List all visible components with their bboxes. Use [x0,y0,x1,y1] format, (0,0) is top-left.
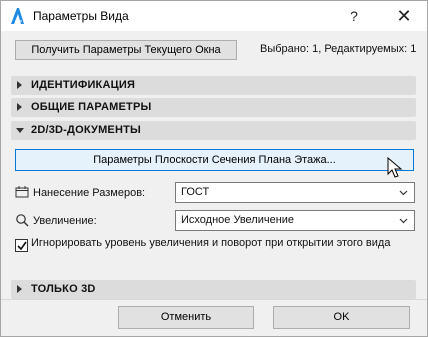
floor-plan-cut-plane-button[interactable]: Параметры Плоскости Сечения Плана Этажа.… [15,149,414,171]
magnifier-icon [16,214,29,227]
zoom-select[interactable]: Исходное Увеличение [175,210,415,231]
ok-button[interactable]: OK [273,306,410,329]
section-label: ИДЕНТИФИКАЦИЯ [31,79,136,91]
section-identification[interactable]: ИДЕНТИФИКАЦИЯ [11,76,416,95]
section-label: ОБЩИЕ ПАРАМЕТРЫ [31,101,152,113]
footer-divider [1,299,427,300]
section-label: ТОЛЬКО 3D [31,283,96,295]
view-settings-dialog: Параметры Вида ? ✕ Получить Параметры Те… [0,0,428,337]
title-bar: Параметры Вида ? ✕ [1,1,427,31]
chevron-down-icon [399,218,408,224]
window-title: Параметры Вида [33,9,129,23]
cancel-button[interactable]: Отменить [118,306,254,329]
zoom-label: Увеличение: [33,215,97,227]
section-label: 2D/3D-ДОКУМЕНТЫ [31,124,141,136]
section-only-3d[interactable]: ТОЛЬКО 3D [11,280,416,299]
ignore-zoom-checkbox[interactable] [15,239,28,252]
close-button[interactable]: ✕ [392,6,416,26]
expand-arrow-icon [17,103,22,111]
expand-arrow-icon [17,81,22,89]
selection-info: Выбрано: 1, Редактируемых: 1 [260,43,417,55]
zoom-value: Исходное Увеличение [181,214,295,226]
archicad-icon [11,8,24,24]
section-2d3d-documents[interactable]: 2D/3D-ДОКУМЕНТЫ [11,121,416,140]
dimensioning-select[interactable]: ГОСТ [175,182,415,203]
checkmark-icon [17,241,27,251]
help-button[interactable]: ? [342,6,366,26]
mouse-cursor-icon [387,157,403,178]
expand-arrow-icon [17,285,22,293]
section-general-parameters[interactable]: ОБЩИЕ ПАРАМЕТРЫ [11,98,416,117]
dimension-icon [15,186,29,198]
dimensioning-label: Нанесение Размеров: [33,187,146,199]
ignore-zoom-label[interactable]: Игнорировать уровень увеличения и поворо… [31,237,411,250]
get-current-window-params-button[interactable]: Получить Параметры Текущего Окна [15,40,237,60]
chevron-down-icon [399,190,408,196]
collapse-arrow-icon [16,128,24,133]
dimensioning-value: ГОСТ [181,186,210,198]
